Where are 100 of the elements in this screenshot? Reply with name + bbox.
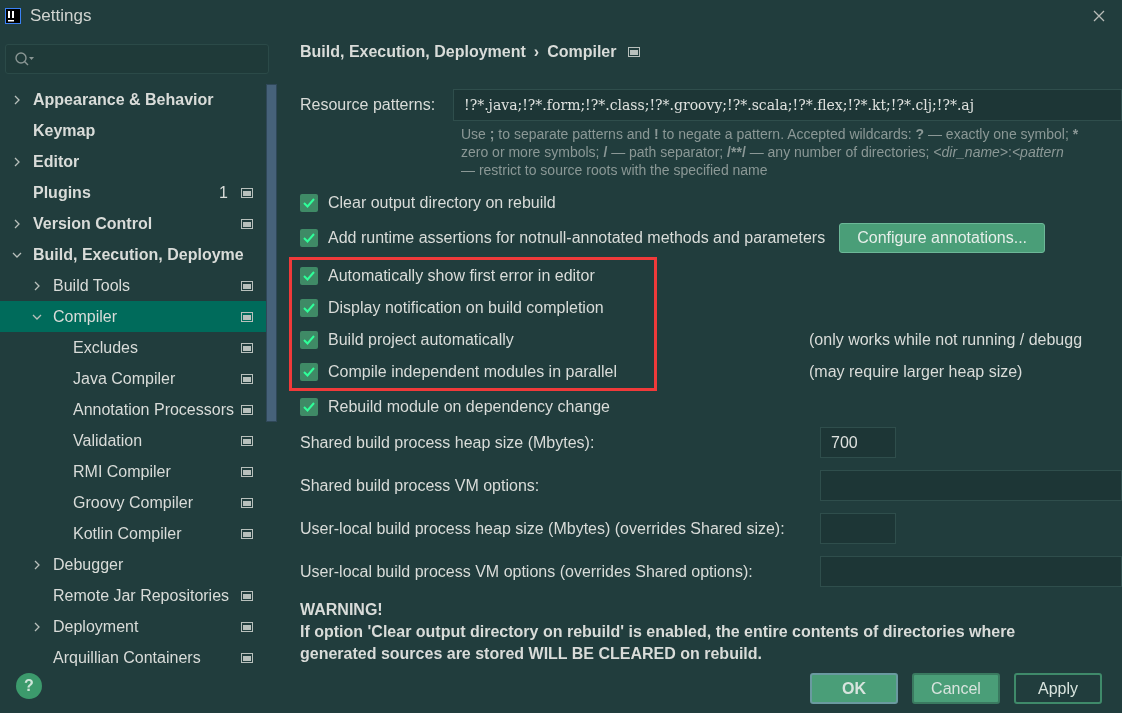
warning-title: WARNING! — [300, 600, 383, 620]
checkbox-label: Clear output directory on rebuild — [328, 193, 556, 213]
tree-item[interactable]: Editor — [0, 146, 266, 177]
chevron-right-icon[interactable] — [12, 94, 22, 105]
project-level-icon — [241, 652, 253, 663]
note-text: (only works while not running / debugg — [809, 330, 1084, 350]
tree-item-label: Compiler — [53, 306, 117, 327]
count-label: 1 — [219, 182, 228, 203]
project-level-icon — [241, 497, 253, 508]
tree-item[interactable]: Groovy Compiler — [0, 487, 266, 518]
project-level-icon — [241, 342, 253, 353]
checkbox-label: Display notification on build completion — [328, 298, 604, 318]
tree-item-label: Appearance & Behavior — [33, 89, 214, 110]
input-field[interactable] — [820, 470, 1122, 501]
breadcrumb-link[interactable]: Build, Execution, Deployment — [300, 40, 526, 64]
tree-item[interactable]: Debugger — [0, 549, 266, 580]
checkbox[interactable] — [300, 331, 318, 349]
tree-item-label: Plugins — [33, 182, 91, 203]
field-label: User-local build process VM options (overrides Shared options): — [300, 561, 754, 582]
hint-text: zero or more symbols; / — path separator; /**/ — any number of directories; <dir_name>:<pattern — [461, 143, 1064, 161]
resource-patterns-field[interactable]: !?*.java;!?*.form;!?*.class;!?*.groovy;!?*.scala;!?*.flex;!?*.kt;!?*.clj;!?*.aj — [453, 89, 1122, 121]
field-label: Shared build process heap size (Mbytes): — [300, 432, 596, 453]
tree-item[interactable]: Appearance & Behavior — [0, 84, 266, 115]
field-label: Shared build process VM options: — [300, 475, 541, 496]
tree-item-label: Version Control — [33, 213, 153, 234]
tree-item[interactable]: Arquillian Containers — [0, 642, 266, 673]
breadcrumb-separator: › — [533, 42, 540, 62]
tree-item[interactable]: Build Tools — [0, 270, 266, 301]
input-field[interactable]: 700 — [820, 427, 896, 458]
project-level-icon — [241, 466, 253, 477]
checkbox-label: Rebuild module on dependency change — [328, 397, 610, 417]
tree-item-label: Kotlin Compiler — [73, 523, 182, 544]
input-field[interactable] — [820, 556, 1122, 587]
tree-item[interactable]: RMI Compiler — [0, 456, 266, 487]
project-level-icon — [628, 47, 641, 57]
tree-item-label: Debugger — [53, 554, 124, 575]
tree-item-label: Build Tools — [53, 275, 131, 296]
project-level-icon — [241, 528, 253, 539]
chevron-right-icon[interactable] — [32, 621, 42, 632]
checkbox-label: Build project automatically — [328, 330, 514, 350]
breadcrumb-current: Compiler — [547, 42, 617, 62]
tree-item-label: Java Compiler — [73, 368, 176, 389]
scrollbar-thumb[interactable] — [266, 84, 277, 422]
tree-item[interactable]: Compiler — [0, 301, 266, 332]
field-label: Resource patterns: — [300, 95, 437, 115]
tree-item[interactable]: Build, Execution, Deployme — [0, 239, 266, 270]
note-text: (may require larger heap size) — [809, 362, 1024, 382]
tree-item[interactable]: Version Control — [0, 208, 266, 239]
checkbox-label: Add runtime assertions for notnull-annotated methods and parameters — [328, 228, 826, 248]
project-level-icon — [241, 218, 253, 229]
tree-item[interactable]: Kotlin Compiler — [0, 518, 266, 549]
project-level-icon — [241, 404, 253, 415]
tree-item-label: Excludes — [73, 337, 138, 358]
tree-item[interactable]: Keymap — [0, 115, 266, 146]
input-field[interactable] — [820, 513, 896, 544]
chevron-right-icon[interactable] — [12, 156, 22, 167]
tree-item-label: Groovy Compiler — [73, 492, 194, 513]
checkbox[interactable] — [300, 267, 318, 285]
tree-item[interactable]: Annotation Processors — [0, 394, 266, 425]
warning-text: If option 'Clear output directory on rebuild' is enabled, the entire contents of directories where generated sources are stored WILL BE CLEARED on rebuild. — [300, 622, 1017, 664]
window-title: Settings — [30, 5, 92, 28]
checkbox-label: Automatically show first error in editor — [328, 266, 595, 286]
hint-text: Use ; to separate patterns and ! to negate a pattern. Accepted wildcards: ? — exactly one symbol; * — [461, 125, 1079, 143]
project-level-icon — [241, 187, 253, 198]
checkbox[interactable] — [300, 229, 318, 247]
tree-item-label: Validation — [73, 430, 143, 451]
tree-item[interactable]: Java Compiler — [0, 363, 266, 394]
hint-text: — restrict to source roots with the specified name — [461, 161, 768, 179]
tree-item[interactable]: Plugins 1 — [0, 177, 266, 208]
search-icon — [14, 51, 36, 67]
chevron-right-icon[interactable] — [12, 218, 22, 229]
project-level-icon — [241, 280, 253, 291]
tree-item-label: Arquillian Containers — [53, 647, 201, 668]
tree-item-label: Annotation Processors — [73, 399, 234, 420]
project-level-icon — [241, 373, 253, 384]
project-level-icon — [241, 621, 253, 632]
close-icon[interactable] — [1093, 10, 1105, 22]
tree-item[interactable]: Excludes — [0, 332, 266, 363]
chevron-right-icon[interactable] — [32, 280, 42, 291]
checkbox[interactable] — [300, 363, 318, 381]
dialog-button[interactable]: Apply — [1014, 673, 1102, 704]
tree-item-label: RMI Compiler — [73, 461, 171, 482]
search-field[interactable] — [5, 44, 269, 74]
project-level-icon — [241, 311, 253, 322]
checkbox-label: Compile independent modules in parallel — [328, 362, 618, 382]
tree-item-label: Editor — [33, 151, 80, 172]
tree-item-label: Deployment — [53, 616, 139, 637]
project-level-icon — [241, 435, 253, 446]
tree-item[interactable]: Deployment — [0, 611, 266, 642]
tree-item[interactable]: Remote Jar Repositories — [0, 580, 266, 611]
project-level-icon — [241, 590, 253, 601]
chevron-right-icon[interactable] — [32, 559, 42, 570]
app-logo-icon — [5, 8, 21, 24]
tree-item-label: Keymap — [33, 120, 96, 141]
checkbox[interactable] — [300, 194, 318, 212]
tree-item[interactable]: Validation — [0, 425, 266, 456]
checkbox[interactable] — [300, 398, 318, 416]
field-label: User-local build process heap size (Mbytes) (overrides Shared size): — [300, 518, 786, 539]
tree-item-label: Remote Jar Repositories — [53, 585, 230, 606]
checkbox[interactable] — [300, 299, 318, 317]
